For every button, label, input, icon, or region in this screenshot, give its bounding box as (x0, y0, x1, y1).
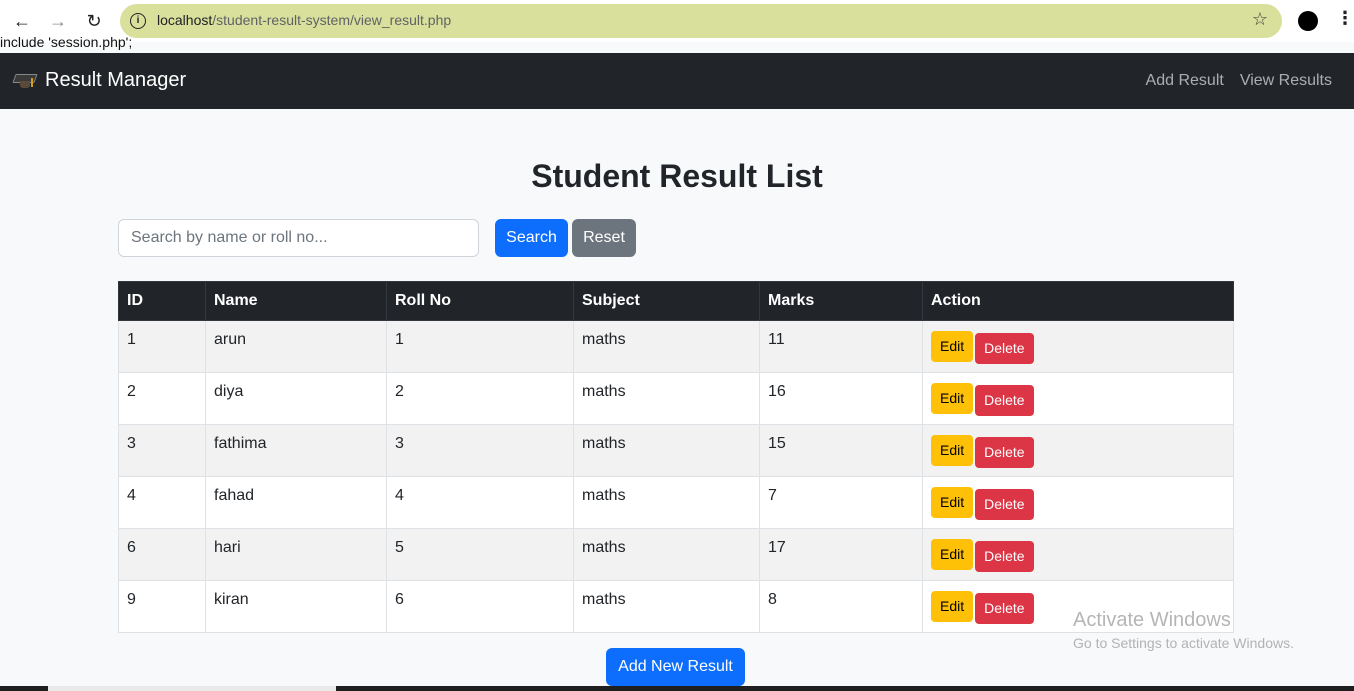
delete-button[interactable]: Delete (975, 593, 1034, 624)
cell-subject: maths (573, 320, 760, 373)
edit-button[interactable]: Edit (931, 435, 974, 466)
cell-subject: maths (573, 372, 760, 425)
cell-name: arun (205, 320, 387, 373)
navbar-brand[interactable]: Result Manager (12, 69, 187, 92)
delete-button[interactable]: Delete (975, 541, 1034, 572)
browser-toolbar: ← → ↻ i localhost/student-result-system/… (0, 0, 1354, 42)
url-path: /student-result-system/view_result.php (212, 12, 452, 28)
cell-id: 4 (118, 476, 206, 529)
cell-roll-no: 6 (386, 580, 574, 633)
search-input[interactable] (118, 219, 479, 257)
table-row: 6 hari 5 maths 17 Edit Delete (118, 528, 1234, 581)
forward-arrow-icon[interactable]: → (47, 10, 69, 32)
add-new-result-button[interactable]: Add New Result (606, 648, 745, 686)
cell-id: 6 (118, 528, 206, 581)
cell-name: kiran (205, 580, 387, 633)
header-name: Name (205, 281, 387, 321)
table-header-row: ID Name Roll No Subject Marks Action (118, 281, 1234, 321)
cell-marks: 16 (759, 372, 923, 425)
address-bar[interactable]: i localhost/student-result-system/view_r… (120, 4, 1282, 38)
taskbar (0, 686, 1354, 691)
delete-button[interactable]: Delete (975, 489, 1034, 520)
header-marks: Marks (759, 281, 923, 321)
edit-button[interactable]: Edit (931, 487, 974, 518)
windows-activation-watermark: Activate Windows Go to Settings to activ… (1073, 609, 1294, 651)
delete-button[interactable]: Delete (975, 437, 1034, 468)
cell-id: 1 (118, 320, 206, 373)
nav-link-add-result[interactable]: Add Result (1146, 72, 1224, 90)
nav-links: Add Result View Results (1146, 72, 1332, 90)
results-table: ID Name Roll No Subject Marks Action 1 a… (118, 281, 1234, 633)
search-button[interactable]: Search (495, 219, 568, 257)
header-action: Action (922, 281, 1234, 321)
delete-button[interactable]: Delete (975, 333, 1034, 364)
header-roll-no: Roll No (386, 281, 574, 321)
cell-marks: 8 (759, 580, 923, 633)
nav-link-view-results[interactable]: View Results (1240, 72, 1332, 90)
cell-id: 9 (118, 580, 206, 633)
edit-button[interactable]: Edit (931, 539, 974, 570)
watermark-subtitle: Go to Settings to activate Windows. (1073, 635, 1294, 651)
leaked-php-text: include 'session.php'; (0, 35, 133, 50)
cell-subject: maths (573, 476, 760, 529)
cell-id: 3 (118, 424, 206, 477)
cell-name: diya (205, 372, 387, 425)
reload-icon[interactable]: ↻ (83, 10, 105, 32)
cell-name: hari (205, 528, 387, 581)
taskbar-segment (48, 686, 336, 691)
header-subject: Subject (573, 281, 760, 321)
url-text: localhost/student-result-system/view_res… (157, 12, 451, 28)
reset-button[interactable]: Reset (572, 219, 636, 257)
table-row: 3 fathima 3 maths 15 Edit Delete (118, 424, 1234, 477)
cell-marks: 11 (759, 320, 923, 373)
cell-roll-no: 3 (386, 424, 574, 477)
cell-action: Edit Delete (922, 320, 1234, 373)
cell-roll-no: 5 (386, 528, 574, 581)
cell-subject: maths (573, 580, 760, 633)
cell-action: Edit Delete (922, 528, 1234, 581)
browser-menu-icon[interactable]: ⋮ (1336, 8, 1354, 29)
cell-name: fathima (205, 424, 387, 477)
page-title: Student Result List (531, 158, 823, 194)
edit-button[interactable]: Edit (931, 383, 974, 414)
cell-id: 2 (118, 372, 206, 425)
cell-action: Edit Delete (922, 424, 1234, 477)
cell-roll-no: 4 (386, 476, 574, 529)
header-id: ID (118, 281, 206, 321)
edit-button[interactable]: Edit (931, 591, 974, 622)
table-row: 1 arun 1 maths 11 Edit Delete (118, 320, 1234, 373)
graduation-cap-icon (12, 72, 38, 90)
delete-button[interactable]: Delete (975, 385, 1034, 416)
table-row: 2 diya 2 maths 16 Edit Delete (118, 372, 1234, 425)
cell-roll-no: 2 (386, 372, 574, 425)
cell-marks: 17 (759, 528, 923, 581)
cell-subject: maths (573, 528, 760, 581)
profile-avatar[interactable] (1298, 11, 1318, 31)
table-row: 9 kiran 6 maths 8 Edit Delete (118, 580, 1234, 633)
table-row: 4 fahad 4 maths 7 Edit Delete (118, 476, 1234, 529)
cell-action: Edit Delete (922, 476, 1234, 529)
watermark-title: Activate Windows (1073, 609, 1231, 631)
cell-action: Edit Delete (922, 372, 1234, 425)
cell-marks: 7 (759, 476, 923, 529)
cell-subject: maths (573, 424, 760, 477)
cell-roll-no: 1 (386, 320, 574, 373)
cell-marks: 15 (759, 424, 923, 477)
cell-name: fahad (205, 476, 387, 529)
brand-label: Result Manager (45, 69, 187, 91)
app-navbar: Result Manager Add Result View Results (0, 53, 1354, 109)
site-info-icon[interactable]: i (130, 13, 146, 29)
url-host: localhost (157, 12, 213, 28)
back-arrow-icon[interactable]: ← (11, 10, 33, 32)
edit-button[interactable]: Edit (931, 331, 974, 362)
bookmark-star-icon[interactable]: ☆ (1252, 9, 1268, 30)
